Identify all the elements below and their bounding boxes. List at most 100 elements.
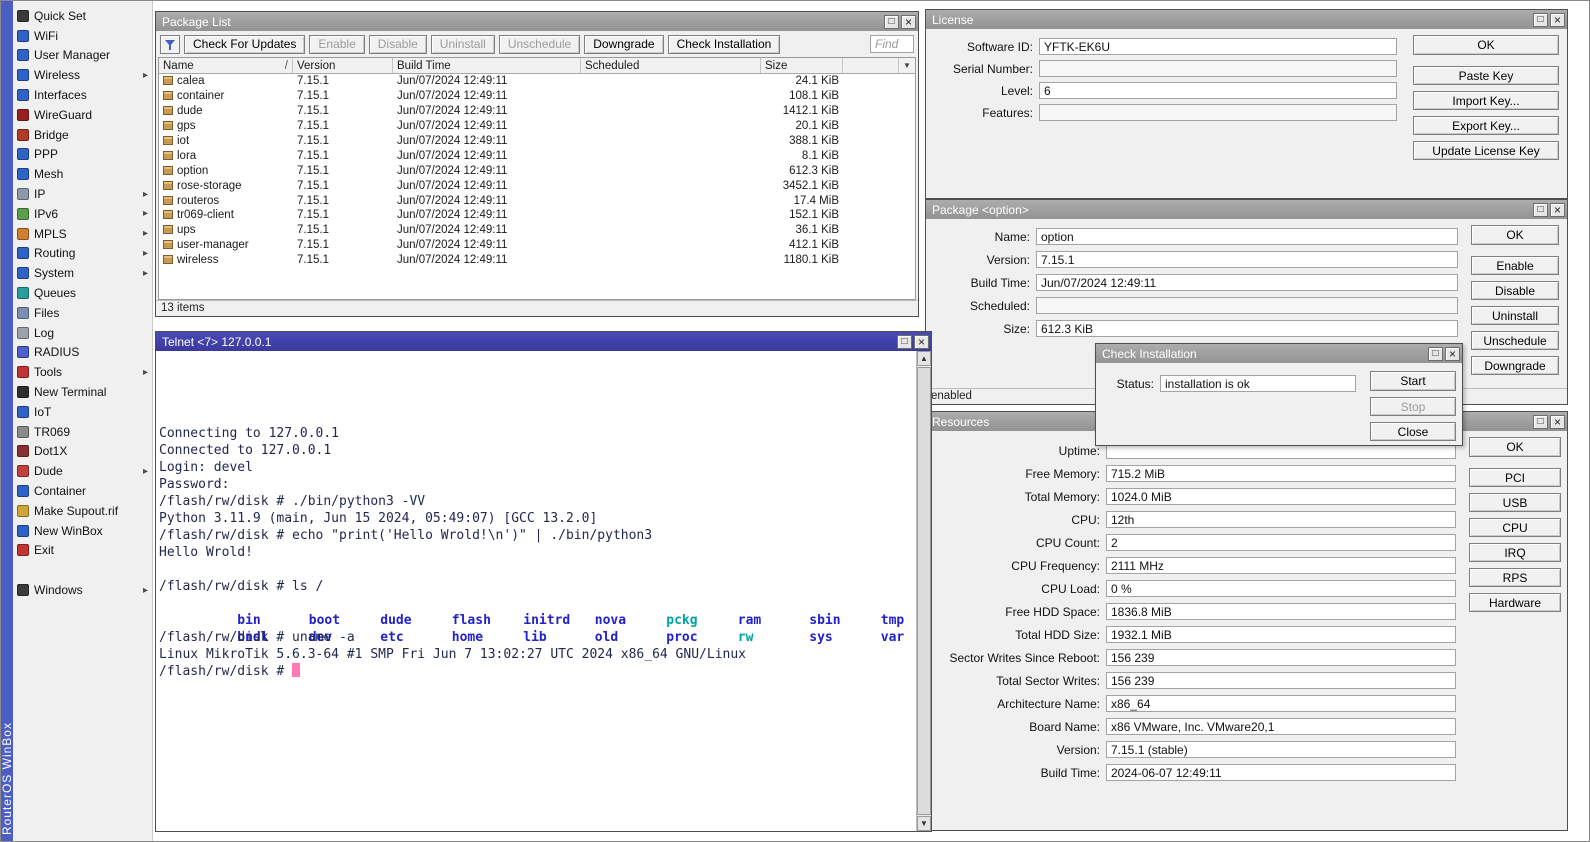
size-field[interactable] (1036, 320, 1458, 337)
column-header-size[interactable]: Size (761, 58, 843, 73)
downgrade-button[interactable]: Downgrade (584, 35, 663, 54)
version-field[interactable] (1036, 251, 1458, 268)
column-header-version[interactable]: Version (293, 58, 393, 73)
scroll-up-button[interactable] (917, 351, 931, 366)
board-name-field[interactable] (1106, 718, 1456, 735)
unschedule-button[interactable]: Unschedule (1471, 331, 1559, 350)
terminal-output[interactable]: Connecting to 127.0.0.1 Connected to 127… (156, 351, 916, 831)
column-header-name[interactable]: Name (159, 58, 293, 73)
maximize-button[interactable] (1533, 203, 1548, 217)
maximize-button[interactable] (1533, 415, 1548, 429)
sidebar-item-ppp[interactable]: PPP (13, 145, 152, 165)
filter-button[interactable] (160, 35, 180, 54)
total-memory-field[interactable] (1106, 488, 1456, 505)
maximize-button[interactable] (1428, 347, 1443, 361)
maximize-button[interactable] (1533, 13, 1548, 27)
sidebar-item-exit[interactable]: Exit (13, 541, 152, 561)
ok-button[interactable]: OK (1469, 437, 1561, 457)
sidebar-item-queues[interactable]: Queues (13, 283, 152, 303)
rps-button[interactable]: RPS (1469, 568, 1561, 587)
level-field[interactable] (1039, 82, 1397, 99)
build-time-field[interactable] (1106, 764, 1456, 781)
sidebar-item-wireguard[interactable]: WireGuard (13, 105, 152, 125)
version-field[interactable] (1106, 741, 1456, 758)
close-button[interactable] (901, 15, 916, 29)
software-id-field[interactable] (1039, 38, 1397, 55)
table-row[interactable]: iot7.15.1Jun/07/2024 12:49:11388.1 KiB (159, 134, 915, 149)
sidebar-item-mpls[interactable]: MPLS (13, 224, 152, 244)
sidebar-item-tools[interactable]: Tools (13, 362, 152, 382)
sidebar-item-user-manager[interactable]: User Manager (13, 46, 152, 66)
unschedule-button[interactable]: Unschedule (499, 35, 580, 54)
status-field[interactable] (1160, 375, 1356, 392)
table-row[interactable]: rose-storage7.15.1Jun/07/2024 12:49:1134… (159, 178, 915, 193)
sidebar-item-ip[interactable]: IP (13, 184, 152, 204)
table-row[interactable]: gps7.15.1Jun/07/2024 12:49:1120.1 KiB (159, 119, 915, 134)
maximize-button[interactable] (884, 15, 899, 29)
start-button[interactable]: Start (1370, 371, 1456, 391)
hardware-button[interactable]: Hardware (1469, 593, 1561, 612)
close-action-button[interactable]: Close (1370, 422, 1456, 441)
sidebar-item-wireless[interactable]: Wireless (13, 65, 152, 85)
sidebar-item-tr069[interactable]: TR069 (13, 422, 152, 442)
sidebar-item-log[interactable]: Log (13, 323, 152, 343)
table-row[interactable]: user-manager7.15.1Jun/07/2024 12:49:1141… (159, 238, 915, 253)
column-header-build-time[interactable]: Build Time (393, 58, 581, 73)
table-row[interactable]: tr069-client7.15.1Jun/07/2024 12:49:1115… (159, 208, 915, 223)
vertical-scrollbar[interactable] (916, 351, 931, 831)
table-row[interactable]: wireless7.15.1Jun/07/2024 12:49:111180.1… (159, 253, 915, 268)
export-key-button[interactable]: Export Key... (1413, 116, 1559, 135)
close-button[interactable] (914, 335, 929, 349)
sidebar-item-files[interactable]: Files (13, 303, 152, 323)
license-titlebar[interactable]: License (926, 10, 1567, 29)
sidebar-item-dot1x[interactable]: Dot1X (13, 442, 152, 462)
cpu-count-field[interactable] (1106, 534, 1456, 551)
disable-button[interactable]: Disable (1471, 281, 1559, 300)
scroll-down-button[interactable] (917, 816, 931, 831)
telnet-titlebar[interactable]: Telnet <7> 127.0.0.1 (156, 332, 931, 351)
total-sector-writes-field[interactable] (1106, 672, 1456, 689)
close-button[interactable] (1550, 415, 1565, 429)
sidebar-item-make-supout[interactable]: Make Supout.rif (13, 501, 152, 521)
check-installation-titlebar[interactable]: Check Installation (1096, 344, 1462, 363)
usb-button[interactable]: USB (1469, 493, 1561, 512)
table-row[interactable]: ups7.15.1Jun/07/2024 12:49:1136.1 KiB (159, 223, 915, 238)
free-memory-field[interactable] (1106, 465, 1456, 482)
irq-button[interactable]: IRQ (1469, 543, 1561, 562)
column-header-scheduled[interactable]: Scheduled (581, 58, 761, 73)
cpu-field[interactable] (1106, 511, 1456, 528)
table-row[interactable]: routeros7.15.1Jun/07/2024 12:49:1117.4 M… (159, 193, 915, 208)
uninstall-button[interactable]: Uninstall (1471, 306, 1559, 325)
column-select-button[interactable] (898, 58, 915, 73)
find-input[interactable] (870, 35, 914, 53)
table-row[interactable]: lora7.15.1Jun/07/2024 12:49:118.1 KiB (159, 148, 915, 163)
sidebar-item-container[interactable]: Container (13, 481, 152, 501)
update-license-key-button[interactable]: Update License Key (1413, 141, 1559, 160)
sidebar-item-iot[interactable]: IoT (13, 402, 152, 422)
sidebar-item-interfaces[interactable]: Interfaces (13, 85, 152, 105)
uninstall-button[interactable]: Uninstall (431, 35, 495, 54)
sidebar-item-quick-set[interactable]: Quick Set (13, 6, 152, 26)
sidebar-item-dude[interactable]: Dude (13, 461, 152, 481)
stop-button[interactable]: Stop (1370, 397, 1456, 416)
total-hdd-size-field[interactable] (1106, 626, 1456, 643)
cpu-frequency-field[interactable] (1106, 557, 1456, 574)
ok-button[interactable]: OK (1413, 35, 1559, 55)
architecture-name-field[interactable] (1106, 695, 1456, 712)
serial-number-field[interactable] (1039, 60, 1397, 77)
sidebar-item-routing[interactable]: Routing (13, 244, 152, 264)
cpu-button[interactable]: CPU (1469, 518, 1561, 537)
sidebar-item-windows[interactable]: Windows (13, 580, 152, 600)
enable-button[interactable]: Enable (1471, 256, 1559, 275)
sidebar-item-ipv6[interactable]: IPv6 (13, 204, 152, 224)
package-list-titlebar[interactable]: Package List (156, 12, 918, 31)
build-time-field[interactable] (1036, 274, 1458, 291)
table-row[interactable]: dude7.15.1Jun/07/2024 12:49:111412.1 KiB (159, 104, 915, 119)
sector-writes-since-reboot-field[interactable] (1106, 649, 1456, 666)
paste-key-button[interactable]: Paste Key (1413, 66, 1559, 85)
close-button[interactable] (1550, 13, 1565, 27)
scheduled-field[interactable] (1036, 297, 1458, 314)
sidebar-item-new-winbox[interactable]: New WinBox (13, 521, 152, 541)
table-row[interactable]: container7.15.1Jun/07/2024 12:49:11108.1… (159, 89, 915, 104)
table-row[interactable]: option7.15.1Jun/07/2024 12:49:11612.3 Ki… (159, 163, 915, 178)
